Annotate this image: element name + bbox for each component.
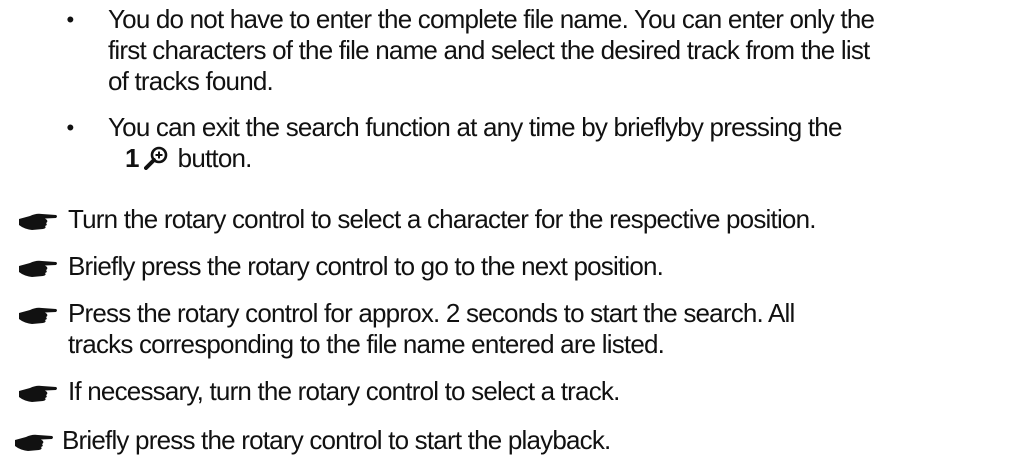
step-line: Briefly press the rotary control to star… xyxy=(62,425,611,455)
step-text: Press the rotary control for approx. 2 s… xyxy=(68,298,795,360)
pointing-hand-icon xyxy=(18,255,58,277)
step-line: If necessary, turn the rotary control to… xyxy=(68,376,620,406)
manual-page: • You do not have to enter the complete … xyxy=(0,0,1025,465)
button-reference: 1 button. xyxy=(108,143,842,177)
pointing-hand-icon xyxy=(14,429,54,451)
note-text: You do not have to enter the complete fi… xyxy=(108,4,875,97)
step-text: Briefly press the rotary control to go t… xyxy=(68,251,664,282)
note-line: You do not have to enter the complete fi… xyxy=(108,4,875,34)
button-suffix: button. xyxy=(177,143,253,173)
bullet-dot: • xyxy=(66,115,75,140)
button-number: 1 xyxy=(125,143,139,173)
step-text: If necessary, turn the rotary control to… xyxy=(68,376,620,407)
note-line: You can exit the search function at any … xyxy=(108,112,842,142)
step-line: Turn the rotary control to select a char… xyxy=(68,204,816,234)
note-line: first characters of the file name and se… xyxy=(108,35,870,65)
zoom-search-icon xyxy=(143,146,170,177)
step-text: Briefly press the rotary control to star… xyxy=(62,425,611,456)
bullet-dot: • xyxy=(66,7,75,32)
step-line: tracks corresponding to the file name en… xyxy=(68,329,665,359)
pointing-hand-icon xyxy=(18,380,58,402)
pointing-hand-icon xyxy=(18,208,58,230)
step-text: Turn the rotary control to select a char… xyxy=(68,204,816,235)
step-line: Press the rotary control for approx. 2 s… xyxy=(68,298,795,328)
note-line: of tracks found. xyxy=(108,66,274,96)
pointing-hand-icon xyxy=(18,302,58,324)
note-text: You can exit the search function at any … xyxy=(108,112,842,177)
step-line: Briefly press the rotary control to go t… xyxy=(68,251,664,281)
